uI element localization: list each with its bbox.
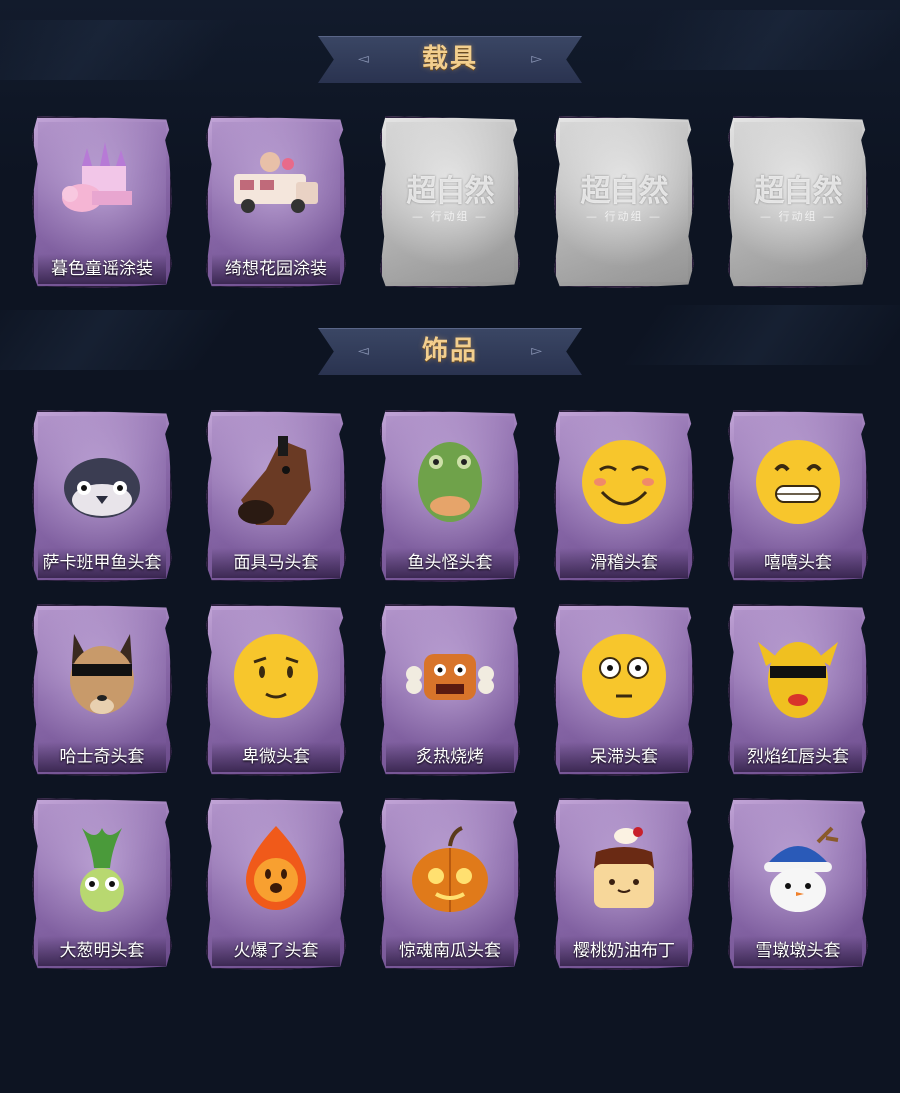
section-header-vehicles: ◅ ▻ 载具	[318, 36, 582, 83]
background-stripe	[0, 310, 242, 370]
husky-sunglasses-icon	[70, 634, 134, 714]
item-label: 大葱明头套	[38, 936, 166, 966]
placeholder-logo-sub: — 行动组 —	[586, 210, 662, 223]
item-label: 暮色童谣涂装	[38, 254, 166, 284]
fish-head-icon	[64, 458, 140, 518]
accessory-card-8[interactable]: 呆滞头套	[554, 604, 694, 776]
horse-mask-icon	[238, 436, 311, 525]
placeholder-logo-icon: 超自然	[406, 174, 495, 209]
accessory-card-4[interactable]: 嘻嘻头套	[728, 410, 868, 582]
accessory-card-12[interactable]: 惊魂南瓜头套	[380, 798, 520, 970]
accessory-card-11[interactable]: 火爆了头套	[206, 798, 346, 970]
snowman-icon	[764, 826, 839, 912]
accessory-card-7[interactable]: 炙热烧烤	[380, 604, 520, 776]
section-title: 饰品	[421, 336, 478, 366]
funny-face-emoji-icon	[582, 440, 666, 524]
accessory-card-13[interactable]: 樱桃奶油布丁	[554, 798, 694, 970]
placeholder-logo-icon: 超自然	[754, 174, 843, 209]
item-label: 萨卡班甲鱼头套	[38, 548, 166, 578]
item-label: 滑稽头套	[560, 548, 688, 578]
humble-emoji-icon	[234, 634, 318, 718]
item-label: 雪墩墩头套	[734, 936, 862, 966]
green-fish-face-icon	[418, 442, 482, 522]
bbq-meat-icon	[406, 654, 494, 700]
fireball-icon	[246, 826, 306, 910]
pumpkin-icon	[412, 826, 488, 912]
vehicle-card-locked-2: 超自然 — 行动组 —	[380, 116, 520, 288]
yellow-mask-sunglasses-icon	[758, 642, 838, 718]
accessory-card-10[interactable]: 大葱明头套	[32, 798, 172, 970]
item-label: 鱼头怪头套	[386, 548, 514, 578]
background-stripe	[618, 10, 900, 70]
accessory-card-0[interactable]: 萨卡班甲鱼头套	[32, 410, 172, 582]
background-stripe	[0, 20, 242, 80]
vehicle-card-0[interactable]: 暮色童谣涂装	[32, 116, 172, 288]
scallion-head-icon	[80, 828, 124, 912]
pudding-icon	[594, 827, 654, 908]
background-stripe	[618, 305, 900, 365]
placeholder-logo-sub: — 行动组 —	[760, 210, 836, 223]
item-label: 面具马头套	[212, 548, 340, 578]
item-label: 嘻嘻头套	[734, 548, 862, 578]
accessory-card-5[interactable]: 哈士奇头套	[32, 604, 172, 776]
item-label: 卑微头套	[212, 742, 340, 772]
item-label: 烈焰红唇头套	[734, 742, 862, 772]
castle-elephant-vehicle-icon	[62, 142, 132, 212]
vehicle-card-1[interactable]: 绮想花园涂装	[206, 116, 346, 288]
section-title: 载具	[421, 44, 478, 74]
garden-truck-vehicle-icon	[234, 152, 318, 213]
item-label: 惊魂南瓜头套	[386, 936, 514, 966]
item-label: 哈士奇头套	[38, 742, 166, 772]
accessory-card-3[interactable]: 滑稽头套	[554, 410, 694, 582]
accessory-card-9[interactable]: 烈焰红唇头套	[728, 604, 868, 776]
item-label: 炙热烧烤	[386, 742, 514, 772]
accessory-card-1[interactable]: 面具马头套	[206, 410, 346, 582]
accessory-card-14[interactable]: 雪墩墩头套	[728, 798, 868, 970]
placeholder-logo-icon: 超自然	[580, 174, 669, 209]
item-label: 绮想花园涂装	[212, 254, 340, 284]
accessory-card-2[interactable]: 鱼头怪头套	[380, 410, 520, 582]
accessory-card-6[interactable]: 卑微头套	[206, 604, 346, 776]
grin-emoji-icon	[756, 440, 840, 524]
blank-stare-emoji-icon	[582, 634, 666, 718]
vehicle-card-locked-3: 超自然 — 行动组 —	[554, 116, 694, 288]
item-label: 樱桃奶油布丁	[560, 936, 688, 966]
section-header-accessories: ◅ ▻ 饰品	[318, 328, 582, 375]
item-label: 火爆了头套	[212, 936, 340, 966]
placeholder-logo-sub: — 行动组 —	[412, 210, 488, 223]
item-label: 呆滞头套	[560, 742, 688, 772]
vehicle-card-locked-4: 超自然 — 行动组 —	[728, 116, 868, 288]
